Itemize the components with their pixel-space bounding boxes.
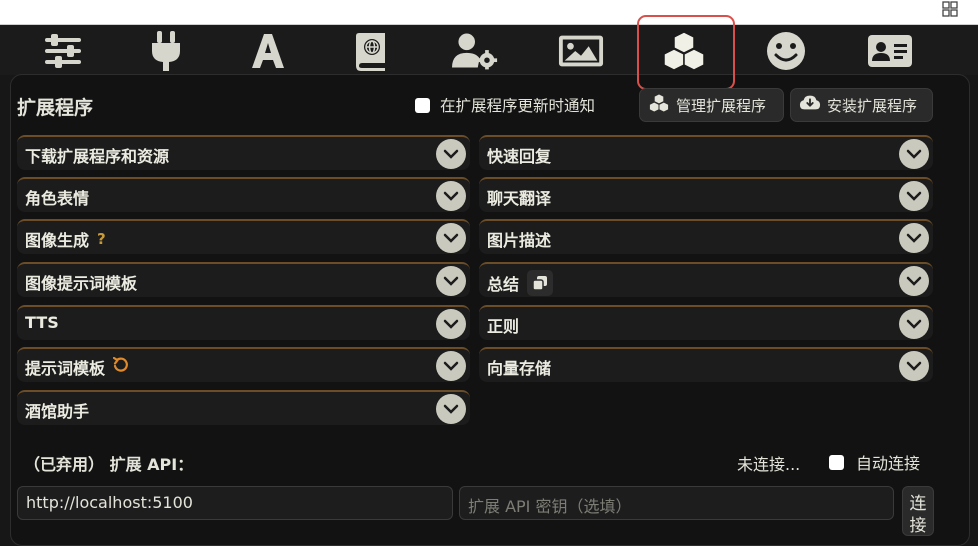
extension-row-chat-translation[interactable]: 聊天翻译 (479, 177, 933, 212)
chevron-down-icon[interactable] (436, 351, 466, 381)
chevron-down-icon[interactable] (899, 181, 929, 211)
extension-label: 图像生成 (25, 231, 90, 250)
extensions-api-label: （已弃用） 扩展 API： (24, 455, 194, 474)
chevron-down-icon[interactable] (899, 351, 929, 381)
extension-row-prompt-templates[interactable]: 提示词模板 (17, 347, 470, 382)
notify-updates-option[interactable]: 在扩展程序更新时通知 (415, 94, 595, 116)
panel-title: 扩展程序 (17, 97, 94, 119)
auto-connect-checkbox[interactable] (829, 454, 844, 470)
extension-row-vector-storage[interactable]: 向量存储 (479, 347, 933, 382)
api-url-input[interactable]: http://localhost:5100 (17, 486, 453, 520)
manage-extensions-button[interactable]: 管理扩展程序 (639, 88, 784, 122)
extension-label: 酒馆助手 (25, 402, 90, 421)
font-icon[interactable] (245, 31, 291, 71)
id-card-icon[interactable] (867, 31, 913, 71)
extensions-grid-icon[interactable] (940, 1, 960, 21)
chevron-down-icon[interactable] (436, 309, 466, 339)
extension-row-image-captioning[interactable]: 图片描述 (479, 219, 933, 254)
extension-row-tavern-helper[interactable]: 酒馆助手 (17, 390, 470, 425)
chevron-down-icon[interactable] (436, 223, 466, 253)
top-navigation-bar (0, 25, 978, 75)
extension-label: 角色表情 (25, 189, 90, 208)
plug-icon[interactable] (143, 31, 189, 71)
extension-label: 向量存储 (487, 359, 552, 378)
chevron-down-icon[interactable] (436, 266, 466, 296)
cloud-download-icon (799, 94, 821, 116)
chevron-down-icon[interactable] (436, 181, 466, 211)
chevron-down-icon[interactable] (899, 266, 929, 296)
extension-row-download[interactable]: 下载扩展程序和资源 (17, 135, 470, 170)
chevron-down-icon[interactable] (436, 394, 466, 424)
extension-label: 图像提示词模板 (25, 274, 138, 293)
extension-row-regex[interactable]: 正则 (479, 305, 933, 340)
api-key-input[interactable]: 扩展 API 密钥（选填） (459, 486, 894, 520)
cubes-icon (648, 93, 670, 117)
highlight-box (637, 15, 735, 90)
auto-connect-label: 自动连接 (856, 454, 921, 473)
extension-row-tts[interactable]: TTS (17, 305, 470, 340)
extension-label: 提示词模板 (25, 359, 106, 378)
chevron-down-icon[interactable] (899, 309, 929, 339)
extension-label: 快速回复 (487, 147, 552, 166)
extension-row-expressions[interactable]: 角色表情 (17, 177, 470, 212)
user-gear-icon[interactable] (452, 31, 498, 71)
extension-label: 正则 (487, 317, 520, 336)
connection-status: 未连接... (737, 455, 801, 474)
chevron-down-icon[interactable] (899, 223, 929, 253)
image-icon[interactable] (558, 31, 604, 71)
chevron-down-icon[interactable] (436, 139, 466, 169)
install-extension-label: 安装扩展程序 (827, 96, 918, 115)
undo-icon[interactable] (112, 356, 129, 377)
copy-icon[interactable] (527, 270, 554, 296)
book-globe-icon[interactable] (348, 31, 394, 71)
extension-label: 总结 (487, 275, 520, 294)
sliders-icon[interactable] (40, 31, 86, 71)
browser-toolbar (0, 0, 978, 25)
notify-label: 在扩展程序更新时通知 (440, 97, 596, 115)
chevron-down-icon[interactable] (899, 139, 929, 169)
extension-row-image-generation[interactable]: 图像生成? (17, 219, 470, 254)
extension-row-image-prompt-templates[interactable]: 图像提示词模板 (17, 262, 470, 297)
notify-checkbox[interactable] (415, 97, 430, 113)
manage-extensions-label: 管理扩展程序 (676, 96, 767, 115)
extension-row-quick-reply[interactable]: 快速回复 (479, 135, 933, 170)
connect-button[interactable]: 连接 (902, 486, 934, 536)
auto-connect-option[interactable]: 自动连接 (829, 450, 920, 474)
extension-row-summarize[interactable]: 总结 (479, 262, 933, 297)
smiley-icon[interactable] (763, 31, 809, 71)
extension-label: 图片描述 (487, 231, 552, 250)
extension-label: 下载扩展程序和资源 (25, 147, 170, 166)
extension-label: TTS (25, 313, 59, 332)
help-icon[interactable]: ? (97, 230, 106, 248)
install-extension-button[interactable]: 安装扩展程序 (790, 88, 933, 122)
extension-label: 聊天翻译 (487, 189, 552, 208)
